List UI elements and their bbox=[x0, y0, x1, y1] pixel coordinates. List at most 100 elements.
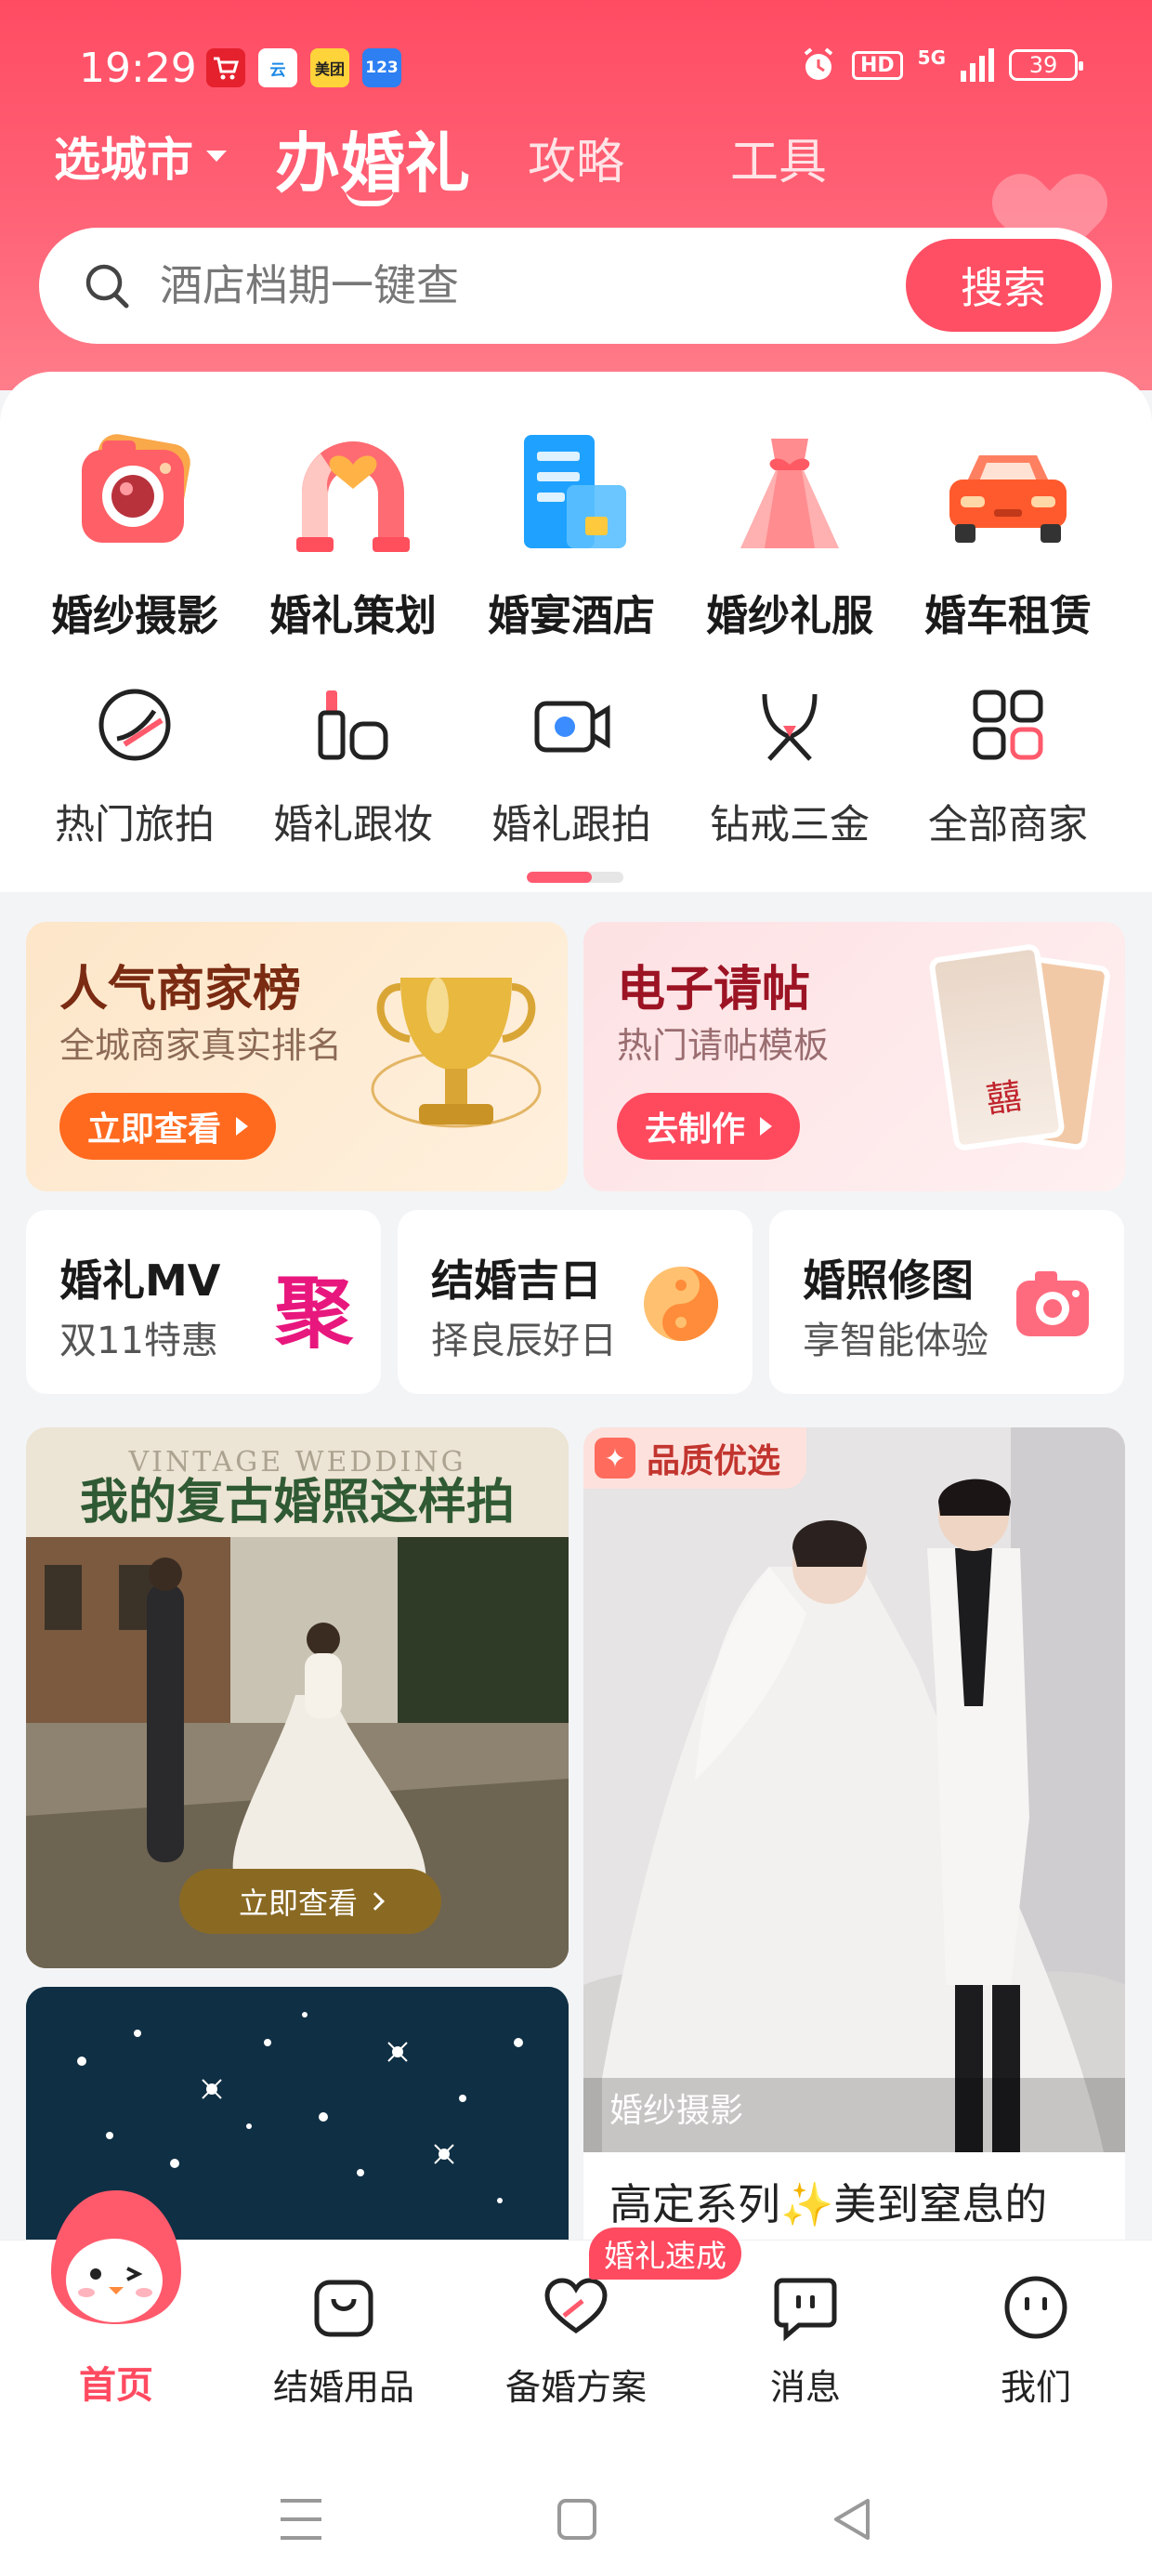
category-wedding-dress[interactable]: 婚纱礼服 bbox=[701, 427, 878, 642]
category-makeup[interactable]: 婚礼跟妆 bbox=[265, 683, 441, 850]
city-selector[interactable]: 选城市 bbox=[54, 123, 227, 190]
home-square-icon[interactable] bbox=[557, 2499, 596, 2540]
nav-label: 备婚方案 bbox=[504, 2367, 647, 2408]
quick-card-title: 婚礼MV bbox=[59, 1255, 221, 1306]
quick-card-photo-retouch[interactable]: 婚照修图 享智能体验 bbox=[769, 1210, 1124, 1394]
quick-card-subtitle: 双11特惠 bbox=[59, 1320, 218, 1362]
feed-view-button[interactable]: 立即查看 bbox=[179, 1869, 441, 1934]
search-icon bbox=[85, 264, 129, 309]
network-label: 5G bbox=[917, 46, 946, 69]
alarm-icon bbox=[804, 47, 833, 80]
promo-popular-merchants[interactable]: 人气商家榜 全城商家真实排名 立即查看 bbox=[26, 922, 568, 1191]
mascot-home-icon[interactable] bbox=[42, 2183, 190, 2332]
feed-card-vintage[interactable]: VINTAGE WEDDING 我的复古婚照这样拍 立即查看 bbox=[26, 1427, 569, 1968]
city-label: 选城市 bbox=[54, 133, 193, 187]
category-label: 全部商家 bbox=[928, 802, 1088, 848]
quick-card-wedding-mv[interactable]: 婚礼MV 双11特惠 聚 bbox=[26, 1210, 381, 1394]
category-all-merchants[interactable]: 全部商家 bbox=[920, 683, 1096, 850]
category-label: 热门旅拍 bbox=[55, 802, 215, 848]
category-travel-photo[interactable]: 热门旅拍 bbox=[46, 683, 223, 850]
car-icon bbox=[949, 455, 1067, 543]
signal-icon bbox=[961, 48, 994, 82]
badge-label: 品质优选 bbox=[647, 1442, 781, 1480]
category-wedding-car[interactable]: 婚车租赁 bbox=[920, 427, 1096, 642]
category-panel: 婚纱摄影 婚礼策划 婚宴酒店 婚纱礼服 婚车租赁 热门旅拍 婚礼跟妆 婚礼跟拍 … bbox=[0, 372, 1152, 892]
search-bar: 搜索 bbox=[39, 228, 1112, 344]
quick-card-title: 婚照修图 bbox=[803, 1255, 974, 1306]
back-triangle-icon[interactable] bbox=[834, 2499, 870, 2540]
nav-us[interactable]: 我们 bbox=[957, 2273, 1115, 2410]
nav-plan-badge: 婚礼速成 bbox=[589, 2228, 741, 2280]
promo-subtitle: 热门请帖模板 bbox=[617, 1025, 830, 1066]
category-label: 婚礼跟拍 bbox=[491, 802, 651, 848]
search-button[interactable]: 搜索 bbox=[906, 239, 1101, 332]
taobao-icon bbox=[206, 48, 245, 87]
tab-tools[interactable]: 工具 bbox=[730, 123, 827, 192]
feed-card-text: 高定系列✨美到窒息的 bbox=[609, 2179, 1048, 2229]
wedding-arch-icon bbox=[296, 441, 410, 552]
status-bar: 19:29 云 美团 123 HD 5G 39 bbox=[0, 37, 1152, 102]
bridal-couple-photo bbox=[583, 1427, 1125, 2152]
promo-view-button[interactable]: 立即查看 bbox=[59, 1093, 277, 1160]
cloud-icon: 云 bbox=[258, 48, 297, 87]
promo-title: 电子请帖 bbox=[617, 962, 811, 1018]
nav-label: 消息 bbox=[769, 2367, 841, 2408]
video-camera-icon bbox=[534, 701, 610, 753]
ju-icon: 聚 bbox=[274, 1268, 353, 1359]
status-time: 19:29 bbox=[79, 45, 197, 92]
battery-icon: 39 bbox=[1009, 49, 1083, 81]
category-jewelry[interactable]: 钻戒三金 bbox=[701, 683, 878, 850]
message-icon bbox=[774, 2278, 837, 2342]
meituan-app-icon: 美团 bbox=[310, 48, 349, 87]
promo-button-label: 去制作 bbox=[645, 1111, 746, 1149]
quick-card-auspicious-day[interactable]: 结婚吉日 择良辰好日 bbox=[398, 1210, 753, 1394]
category-video[interactable]: 婚礼跟拍 bbox=[483, 683, 660, 850]
category-wedding-photo[interactable]: 婚纱摄影 bbox=[46, 427, 223, 642]
category-label: 钻戒三金 bbox=[710, 802, 870, 848]
system-nav-bar bbox=[281, 2499, 870, 2540]
menu-icon[interactable] bbox=[281, 2499, 321, 2540]
grid-icon bbox=[973, 690, 1043, 760]
category-wedding-hotel[interactable]: 婚宴酒店 bbox=[483, 427, 660, 642]
triangle-right-icon bbox=[760, 1117, 773, 1136]
feed-card-title: 我的复古婚照这样拍 bbox=[79, 1475, 515, 1531]
promo-subtitle: 全城商家真实排名 bbox=[59, 1025, 343, 1066]
category-label: 婚纱摄影 bbox=[50, 591, 218, 640]
nav-home-label[interactable]: 首页 bbox=[37, 2355, 195, 2409]
shopping-bag-icon bbox=[314, 2280, 373, 2337]
promo-title: 人气商家榜 bbox=[59, 962, 302, 1018]
camera-icon bbox=[82, 434, 190, 543]
quick-card-subtitle: 择良辰好日 bbox=[431, 1320, 617, 1362]
quick-card-title: 结婚吉日 bbox=[431, 1255, 602, 1306]
category-wedding-planning[interactable]: 婚礼策划 bbox=[265, 427, 441, 642]
promo-e-invitation[interactable]: 电子请帖 热门请帖模板 去制作 囍 bbox=[583, 922, 1125, 1191]
camera-icon bbox=[1016, 1271, 1089, 1336]
triangle-right-icon bbox=[236, 1117, 249, 1136]
category-label: 婚礼跟妆 bbox=[273, 802, 433, 848]
nav-wedding-goods[interactable]: 结婚用品 bbox=[265, 2273, 423, 2410]
search-input[interactable] bbox=[160, 256, 903, 315]
promo-button-label: 立即查看 bbox=[87, 1111, 222, 1149]
category-label: 婚礼策划 bbox=[268, 591, 437, 640]
category-label: 婚宴酒店 bbox=[487, 591, 655, 640]
bottom-nav: 首页 结婚用品 备婚方案 婚礼速成 消息 我们 bbox=[0, 2190, 1152, 2576]
feed-card-tag: 婚纱摄影 bbox=[609, 2092, 744, 2130]
necklace-icon bbox=[762, 693, 818, 761]
chevron-right-icon bbox=[366, 1892, 385, 1911]
feed-card-bridal[interactable]: ✦ 品质优选 婚纱摄影 高定系列✨美到窒息的 bbox=[583, 1427, 1125, 2264]
quality-badge: ✦ 品质优选 bbox=[583, 1427, 807, 1489]
nav-label: 结婚用品 bbox=[272, 2367, 414, 2408]
tab-guide[interactable]: 攻略 bbox=[528, 123, 624, 192]
travel-photo-icon bbox=[98, 689, 171, 761]
header: 19:29 云 美团 123 HD 5G 39 选城市 办婚礼 攻略 工具 搜索 bbox=[0, 0, 1152, 390]
nav-messages[interactable]: 消息 bbox=[727, 2273, 884, 2410]
dress-icon bbox=[740, 439, 839, 548]
promo-make-button[interactable]: 去制作 bbox=[617, 1093, 801, 1160]
123-app-icon: 123 bbox=[362, 48, 401, 87]
hd-badge: HD bbox=[851, 50, 903, 80]
double-happiness-text: 囍 bbox=[983, 1075, 1025, 1121]
hotel-icon bbox=[524, 435, 626, 548]
trophy-icon bbox=[371, 978, 542, 1128]
nav-wedding-plan[interactable]: 备婚方案 bbox=[497, 2273, 655, 2410]
sparkle-icon: ✦ bbox=[595, 1438, 635, 1479]
